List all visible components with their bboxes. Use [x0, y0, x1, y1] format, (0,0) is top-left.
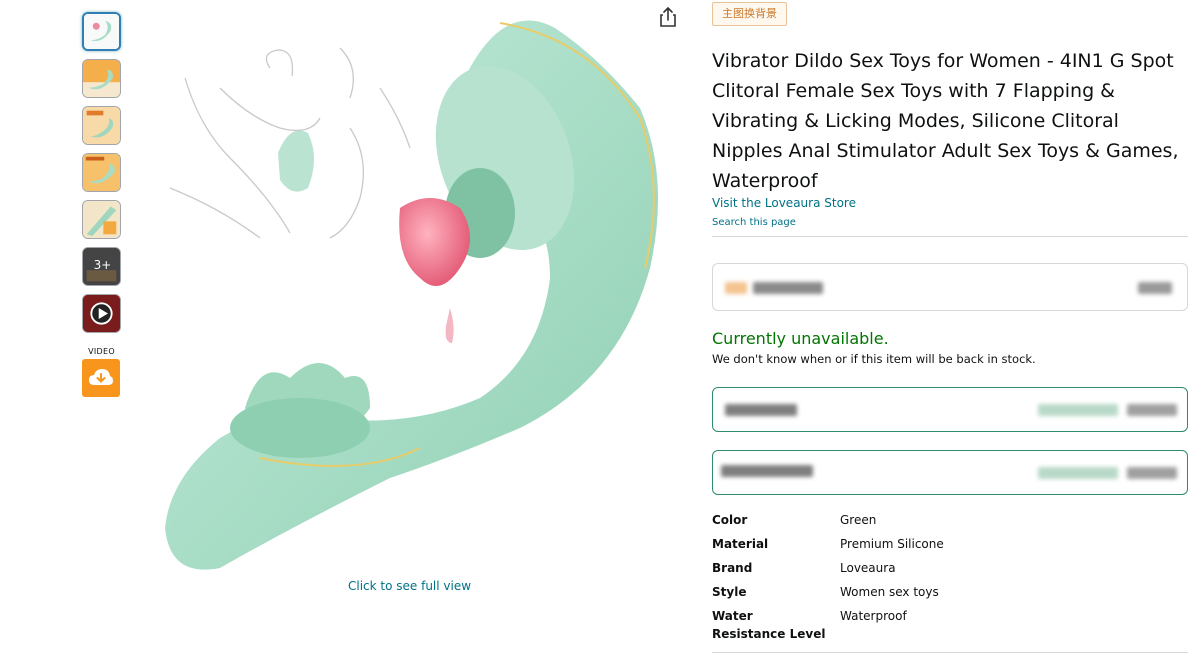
thumbnail-4[interactable] [82, 153, 121, 192]
thumbnail-2[interactable] [82, 59, 121, 98]
product-thumbnail-image [83, 201, 120, 238]
blurred-offer-box[interactable] [712, 263, 1188, 311]
more-images-count: 3+ [93, 258, 112, 272]
cloud-download-icon [89, 369, 113, 385]
product-thumbnail-image [83, 107, 120, 144]
availability-message: We don't know when or if this item will … [712, 352, 1036, 366]
blurred-option-box-2[interactable] [712, 450, 1188, 495]
product-thumbnail-image [83, 60, 120, 97]
full-view-link[interactable]: Click to see full view [348, 579, 471, 593]
video-thumbnail[interactable] [82, 294, 121, 333]
share-button[interactable] [658, 6, 678, 28]
store-link[interactable]: Visit the Loveaura Store [712, 196, 856, 210]
blurred-option-box-1[interactable] [712, 387, 1188, 432]
product-thumbnail-image [83, 154, 120, 191]
change-background-badge[interactable]: 主图换背景 [712, 2, 787, 26]
search-page-link[interactable]: Search this page [712, 217, 796, 228]
product-thumbnail-image [84, 14, 119, 49]
spec-value: Green [840, 513, 877, 527]
thumbnail-5[interactable] [82, 200, 121, 239]
divider [712, 652, 1188, 653]
divider [712, 236, 1188, 237]
thumbnail-3[interactable] [82, 106, 121, 145]
product-title: Vibrator Dildo Sex Toys for Women - 4IN1… [712, 50, 1179, 192]
download-button[interactable] [82, 359, 120, 397]
spec-value: Loveaura [840, 561, 896, 575]
spec-value: Women sex toys [840, 585, 939, 599]
spec-key: Water Resistance Level [712, 609, 826, 641]
spec-key: Color [712, 513, 748, 527]
spec-value: Premium Silicone [840, 537, 944, 551]
thumbnail-1[interactable] [82, 12, 121, 51]
spec-key: Style [712, 585, 747, 599]
product-image-illustration [165, 20, 658, 570]
availability-status: Currently unavailable. [712, 329, 889, 348]
spec-key: Brand [712, 561, 753, 575]
share-icon [660, 6, 676, 27]
spec-key: Material [712, 537, 769, 551]
main-product-image[interactable] [160, 8, 680, 578]
thumbnail-more[interactable]: 3+ [82, 247, 121, 286]
video-label: VIDEO [88, 347, 115, 356]
play-icon [83, 295, 120, 332]
spec-value: Waterproof [840, 609, 907, 623]
